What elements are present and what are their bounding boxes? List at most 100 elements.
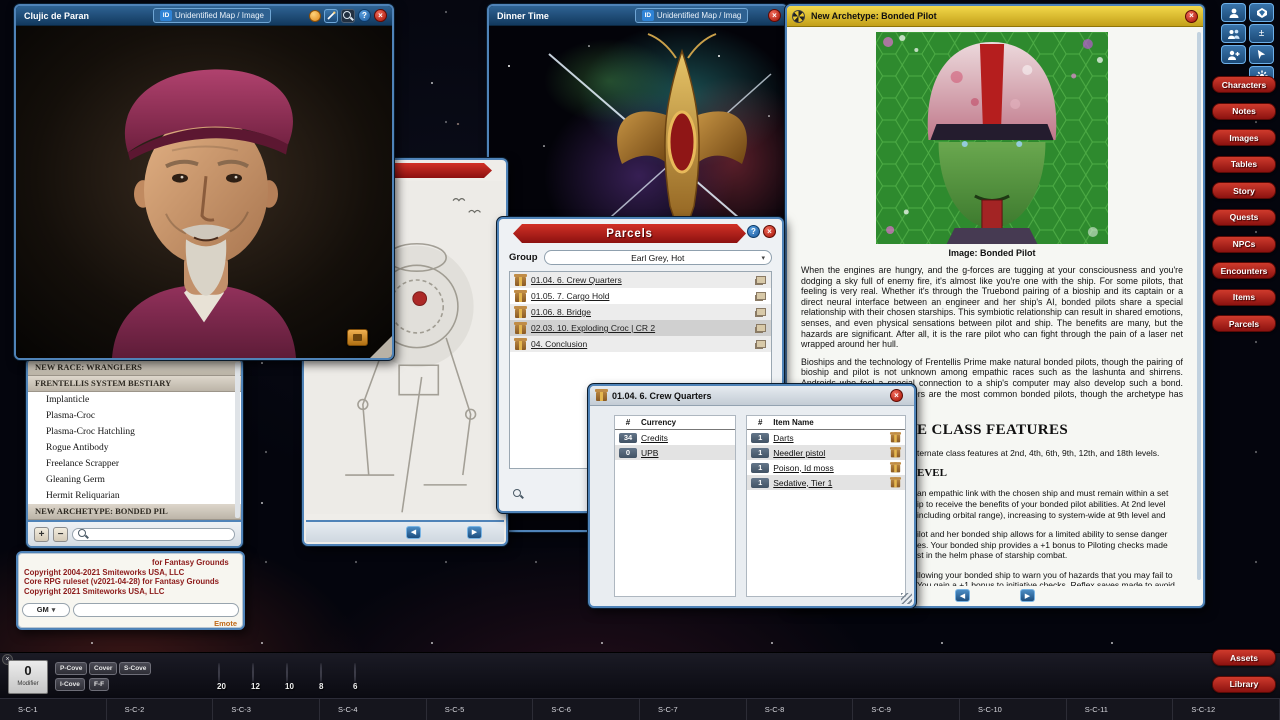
list-item[interactable]: Rogue Antibody <box>28 440 241 456</box>
hotkey-slot[interactable]: S-C-9 <box>853 699 960 720</box>
emote-mode-label[interactable]: Emote <box>214 619 237 628</box>
sidebar-button-images[interactable]: Images <box>1212 129 1276 146</box>
hotkey-slot[interactable]: S-C-4 <box>320 699 427 720</box>
dinner-time-titlebar[interactable]: Dinner Time ID Unidentified Map / Imag × <box>489 6 786 26</box>
sidebar-button-quests[interactable]: Quests <box>1212 209 1276 226</box>
add-character-icon[interactable] <box>1221 45 1246 64</box>
item-qty[interactable]: 1 <box>751 433 769 443</box>
item-qty[interactable]: 1 <box>751 478 769 488</box>
next-page-button[interactable]: ▶ <box>467 526 482 539</box>
parcel-row[interactable]: 01.05. 7. Cargo Hold <box>510 288 771 304</box>
currency-row[interactable]: 0 UPB <box>615 445 735 460</box>
parcel-detail-titlebar[interactable]: 01.04. 6. Crew Quarters × <box>590 386 914 406</box>
share-icon[interactable] <box>756 324 766 332</box>
list-item[interactable]: Plasma-Croc <box>28 408 241 424</box>
toggle-f-f[interactable]: F-F <box>89 678 109 691</box>
item-qty[interactable]: 1 <box>751 448 769 458</box>
tab-unidentified-image[interactable]: ID Unidentified Map / Imag <box>635 8 749 23</box>
parcel-icon[interactable] <box>515 277 526 286</box>
parcels-banner[interactable]: Parcels <box>513 224 746 243</box>
next-page-button[interactable]: ▶ <box>1020 589 1035 602</box>
currency-name[interactable]: Credits <box>641 433 668 443</box>
pointer-icon[interactable] <box>1249 45 1274 64</box>
close-icon[interactable]: × <box>1185 10 1198 23</box>
portrait-titlebar[interactable]: Clujic de Paran ID Unidentified Map / Im… <box>16 6 392 26</box>
characters-icon[interactable] <box>1221 3 1246 22</box>
hotkey-slot[interactable]: S-C-11 <box>1067 699 1174 720</box>
sidebar-button-notes[interactable]: Notes <box>1212 103 1276 120</box>
hotkey-slot[interactable]: S-C-5 <box>427 699 534 720</box>
currency-name[interactable]: UPB <box>641 448 658 458</box>
item-row[interactable]: 1 Needler pistol <box>747 445 905 460</box>
parcel-icon[interactable] <box>515 325 526 334</box>
item-row[interactable]: 1 Poison, Id moss <box>747 460 905 475</box>
parcel-row[interactable]: 01.04. 6. Crew Quarters <box>510 272 771 288</box>
share-icon[interactable] <box>756 308 766 316</box>
sidebar-button-parcels[interactable]: Parcels <box>1212 315 1276 332</box>
list-header[interactable]: FRENTELLIS SYSTEM BESTIARY <box>28 376 241 392</box>
story-titlebar[interactable]: New Archetype: Bonded Pilot × <box>787 6 1203 27</box>
sidebar-button-npcs[interactable]: NPCs <box>1212 236 1276 253</box>
prev-page-button[interactable]: ◀ <box>955 589 970 602</box>
hotkey-slot[interactable]: S-C-3 <box>213 699 320 720</box>
hotkey-slot[interactable]: S-C-1 <box>0 699 107 720</box>
sidebar-button-tables[interactable]: Tables <box>1212 156 1276 173</box>
scrollbar[interactable] <box>235 362 240 518</box>
list-item[interactable]: Plasma-Croc Hatchling <box>28 424 241 440</box>
item-link-icon[interactable] <box>891 450 900 458</box>
die-d6[interactable]: 6 <box>354 664 379 689</box>
item-link-icon[interactable] <box>891 465 900 473</box>
toggle-cover[interactable]: Cover <box>89 662 117 675</box>
item-qty[interactable]: 1 <box>751 463 769 473</box>
parcel-row[interactable]: 01.06. 8. Bridge <box>510 304 771 320</box>
currency-qty[interactable]: 0 <box>619 448 637 458</box>
toggle-i-cover[interactable]: I-Cove <box>55 678 85 691</box>
chat-input[interactable] <box>73 603 239 617</box>
item-name[interactable]: Poison, Id moss <box>773 463 833 473</box>
hotkey-slot[interactable]: S-C-7 <box>640 699 747 720</box>
list-item[interactable]: Implanticle <box>28 392 241 408</box>
share-icon[interactable] <box>756 340 766 348</box>
help-icon[interactable]: ? <box>358 9 371 22</box>
draw-icon[interactable] <box>324 9 338 23</box>
tab-unidentified-image[interactable]: ID Unidentified Map / Image <box>153 8 271 23</box>
die-d10[interactable]: 10 <box>286 664 311 689</box>
search-input[interactable] <box>91 530 229 539</box>
token-button[interactable] <box>347 329 368 346</box>
die-d20[interactable]: 20 <box>218 664 243 689</box>
list-item[interactable]: Gleaning Germ <box>28 472 241 488</box>
close-icon[interactable]: × <box>890 389 903 402</box>
list-header[interactable]: NEW RACE: WRANGLERS <box>28 360 241 376</box>
item-row[interactable]: 1 Darts <box>747 430 905 445</box>
parcel-icon[interactable] <box>515 309 526 318</box>
currency-row[interactable]: 34 Credits <box>615 430 735 445</box>
resize-corner[interactable] <box>370 336 392 358</box>
sidebar-button-characters[interactable]: Characters <box>1212 76 1276 93</box>
party-icon[interactable] <box>1221 24 1246 43</box>
search-icon[interactable] <box>513 489 523 499</box>
hotkey-slot[interactable]: S-C-6 <box>533 699 640 720</box>
parcel-icon[interactable] <box>515 341 526 350</box>
share-icon[interactable] <box>756 276 766 284</box>
die-d8[interactable]: 8 <box>320 664 345 689</box>
dice-icon[interactable] <box>1249 3 1274 22</box>
resize-handle[interactable] <box>901 593 912 604</box>
close-icon[interactable]: × <box>763 225 776 238</box>
item-name[interactable]: Sedative, Tier 1 <box>773 478 832 488</box>
parcel-row-selected[interactable]: 02.03. 10. Exploding Croc | CR 2 <box>510 320 771 336</box>
item-row[interactable]: 1 Sedative, Tier 1 <box>747 475 905 490</box>
emote-icon[interactable] <box>309 10 321 22</box>
close-icon[interactable]: × <box>374 9 387 22</box>
list-item[interactable]: Freelance Scrapper <box>28 456 241 472</box>
item-link-icon[interactable] <box>891 435 900 443</box>
modifier-box[interactable]: 0 Modifier <box>8 660 48 694</box>
prev-page-button[interactable]: ◀ <box>406 526 421 539</box>
search-field[interactable] <box>72 528 235 541</box>
hotkey-slot[interactable]: S-C-8 <box>747 699 854 720</box>
close-icon[interactable]: × <box>768 9 781 22</box>
item-name[interactable]: Darts <box>773 433 793 443</box>
currency-qty[interactable]: 34 <box>619 433 637 443</box>
zoom-icon[interactable] <box>341 9 355 23</box>
toggle-s-cover[interactable]: S-Cove <box>119 662 151 675</box>
parcel-row[interactable]: 04. Conclusion <box>510 336 771 352</box>
